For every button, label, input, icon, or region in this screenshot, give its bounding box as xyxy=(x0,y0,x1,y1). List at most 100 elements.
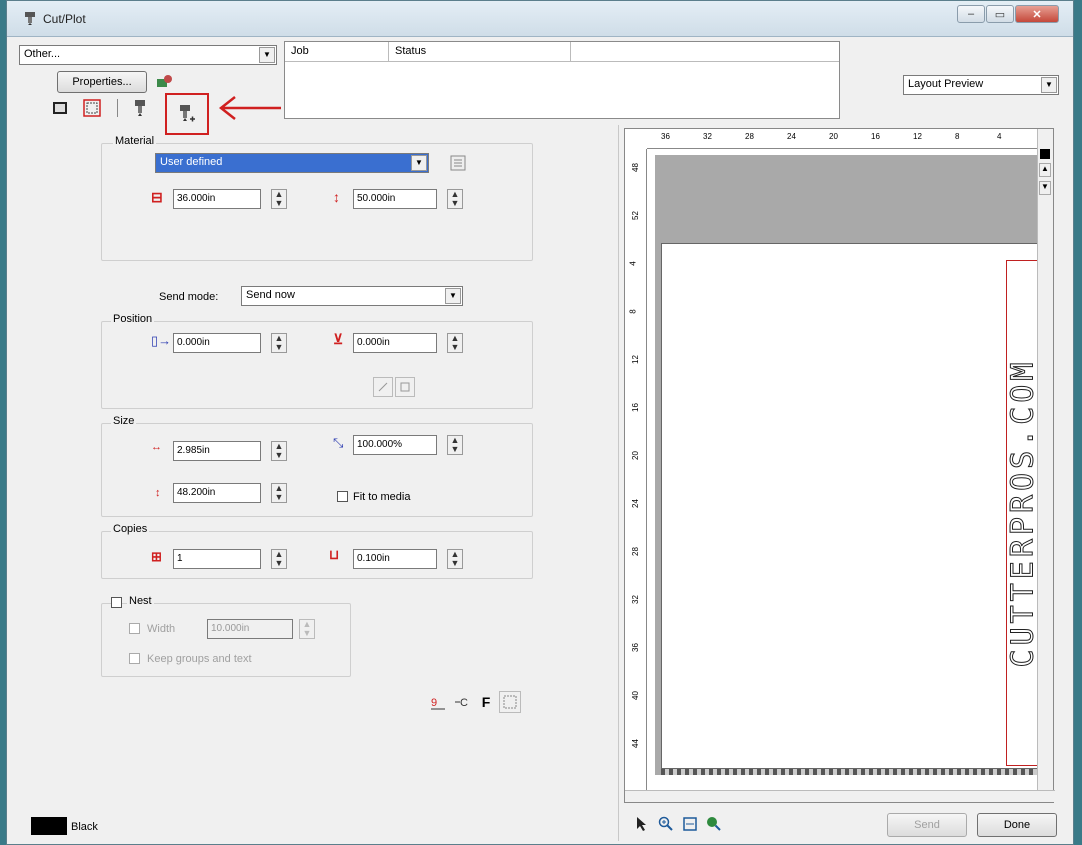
view-mode-value: Layout Preview xyxy=(908,78,984,90)
origin-right-icon[interactable] xyxy=(395,377,415,397)
keep-groups-checkbox[interactable] xyxy=(129,653,140,664)
send-mode-select[interactable]: Send now ▼ xyxy=(241,286,463,306)
origin-left-icon[interactable] xyxy=(373,377,393,397)
fit-to-media-checkbox[interactable] xyxy=(337,491,348,502)
horizontal-ruler: 36 32 28 24 20 16 12 8 4 xyxy=(647,129,1041,149)
ruler-tick-label: 24 xyxy=(787,132,796,141)
ruler-tick-label: 8 xyxy=(955,132,960,141)
media-sheet: CUTTERPROS.COM xyxy=(661,243,1041,769)
close-button[interactable]: ✕ xyxy=(1015,5,1059,23)
copies-count-field[interactable]: 1 xyxy=(173,549,261,569)
device-select[interactable]: Other... ▼ xyxy=(19,45,277,65)
svg-text:9: 9 xyxy=(431,697,437,709)
ruler-tick-label: 8 xyxy=(628,309,638,314)
size-height-spinner[interactable]: ▲ ▼ xyxy=(271,483,287,503)
ruler-tick-label: 24 xyxy=(630,499,640,508)
copies-spacing-field[interactable]: 0.100in xyxy=(353,549,437,569)
view-mode-select[interactable]: Layout Preview ▼ xyxy=(903,75,1059,95)
nest-width-label: Width xyxy=(147,623,176,635)
properties-button[interactable]: Properties... xyxy=(57,71,147,93)
chevron-down-icon: ▼ xyxy=(445,288,461,304)
material-edit-icon[interactable] xyxy=(447,152,469,174)
media-width-field[interactable]: 36.000in xyxy=(173,189,261,209)
cutter-icon xyxy=(25,12,35,25)
weed-icon[interactable]: 9 xyxy=(427,691,449,713)
copies-group xyxy=(101,531,533,579)
ruler-tick-label: 36 xyxy=(630,643,640,652)
status-column-header[interactable]: Status xyxy=(389,42,571,62)
vertical-scrollbar[interactable]: ▲ ▼ xyxy=(1037,129,1053,793)
scale-spinner[interactable]: ▲ ▼ xyxy=(447,435,463,455)
tile-icon[interactable] xyxy=(129,97,151,119)
fill-button[interactable]: F xyxy=(475,691,497,713)
job-list[interactable]: Job Status xyxy=(284,41,840,119)
copies-count-icon: ⊞ xyxy=(151,549,162,564)
scroll-marker xyxy=(1040,149,1050,159)
position-y-icon: ⊻ xyxy=(333,331,344,347)
ruler-tick-label: 4 xyxy=(997,132,1002,141)
job-column-header[interactable]: Job xyxy=(285,42,389,62)
send-mode-value: Send now xyxy=(246,289,295,301)
nest-checkbox[interactable] xyxy=(111,597,122,608)
maximize-button[interactable]: ▭ xyxy=(986,5,1014,23)
send-mode-label: Send mode: xyxy=(159,291,219,303)
contour-icon[interactable]: C xyxy=(451,691,473,713)
ruler-tick-label: 32 xyxy=(630,595,640,604)
preview-icon[interactable] xyxy=(49,97,71,119)
minimize-button[interactable]: – xyxy=(957,5,985,23)
zoom-in-icon[interactable] xyxy=(655,813,677,835)
scroll-down-icon[interactable]: ▼ xyxy=(1039,181,1051,195)
empty-column-header xyxy=(571,42,839,62)
scale-field[interactable]: 100.000% xyxy=(353,435,437,455)
keep-groups-label: Keep groups and text xyxy=(147,653,252,665)
scroll-up-icon[interactable]: ▲ xyxy=(1039,163,1051,177)
pointer-icon[interactable] xyxy=(631,813,653,835)
cut-plot-window: Cut/Plot – ▭ ✕ Other... ▼ Properties... … xyxy=(6,0,1074,845)
copies-spacing-spinner[interactable]: ▲ ▼ xyxy=(447,549,463,569)
page-layout-icon[interactable] xyxy=(81,97,103,119)
frame-icon[interactable] xyxy=(499,691,521,713)
red-arrow-annotation xyxy=(218,96,281,120)
nest-width-checkbox[interactable] xyxy=(129,623,140,634)
ruler-tick-label: 16 xyxy=(871,132,880,141)
pane-separator xyxy=(618,125,619,841)
position-x-spinner[interactable]: ▲ ▼ xyxy=(271,333,287,353)
copies-count-spinner[interactable]: ▲ ▼ xyxy=(271,549,287,569)
horizontal-scrollbar[interactable] xyxy=(625,790,1055,802)
ruler-tick-label: 28 xyxy=(630,547,640,556)
zoom-page-icon[interactable] xyxy=(679,813,701,835)
size-width-field[interactable]: 2.985in xyxy=(173,441,261,461)
size-height-field[interactable]: 48.200in xyxy=(173,483,261,503)
media-width-spinner[interactable]: ▲ ▼ xyxy=(271,189,287,209)
size-width-spinner[interactable]: ▲ ▼ xyxy=(271,441,287,461)
color-swatch xyxy=(31,817,67,835)
device-settings-icon[interactable] xyxy=(153,71,175,93)
cut-text-object[interactable]: CUTTERPROS.COM xyxy=(1006,260,1040,766)
position-y-spinner[interactable]: ▲ ▼ xyxy=(447,333,463,353)
send-button[interactable]: Send xyxy=(887,813,967,837)
ruler-tick-label: 44 xyxy=(630,739,640,748)
position-x-field[interactable]: 0.000in xyxy=(173,333,261,353)
ruler-tick-label: 52 xyxy=(630,211,640,220)
ruler-tick-label: 4 xyxy=(628,261,638,266)
device-select-value: Other... xyxy=(24,48,61,60)
nest-width-spinner[interactable]: ▲ ▼ xyxy=(299,619,315,639)
cut-options-icon[interactable] xyxy=(165,93,209,135)
layout-preview-pane[interactable]: 36 32 28 24 20 16 12 8 4 48 52 4 8 12 16 20 24 28 32 36 40 4… xyxy=(624,128,1055,803)
svg-text:C: C xyxy=(460,697,468,709)
media-length-spinner[interactable]: ▲ ▼ xyxy=(447,189,463,209)
media-width-icon: ⊟ xyxy=(151,189,163,205)
ruler-tick-label: 40 xyxy=(630,691,640,700)
nest-width-field[interactable]: 10.000in xyxy=(207,619,293,639)
position-y-field[interactable]: 0.000in xyxy=(353,333,437,353)
zoom-fit-icon[interactable] xyxy=(703,813,725,835)
ruler-tick-label: 36 xyxy=(661,132,670,141)
position-x-icon: ▯→ xyxy=(151,333,172,348)
position-group-label: Position xyxy=(111,313,155,325)
material-select[interactable]: User defined ▼ xyxy=(155,153,429,173)
ruler-tick-label: 20 xyxy=(630,451,640,460)
nest-group xyxy=(101,603,351,677)
done-button[interactable]: Done xyxy=(977,813,1057,837)
media-length-field[interactable]: 50.000in xyxy=(353,189,437,209)
color-name: Black xyxy=(71,821,98,833)
